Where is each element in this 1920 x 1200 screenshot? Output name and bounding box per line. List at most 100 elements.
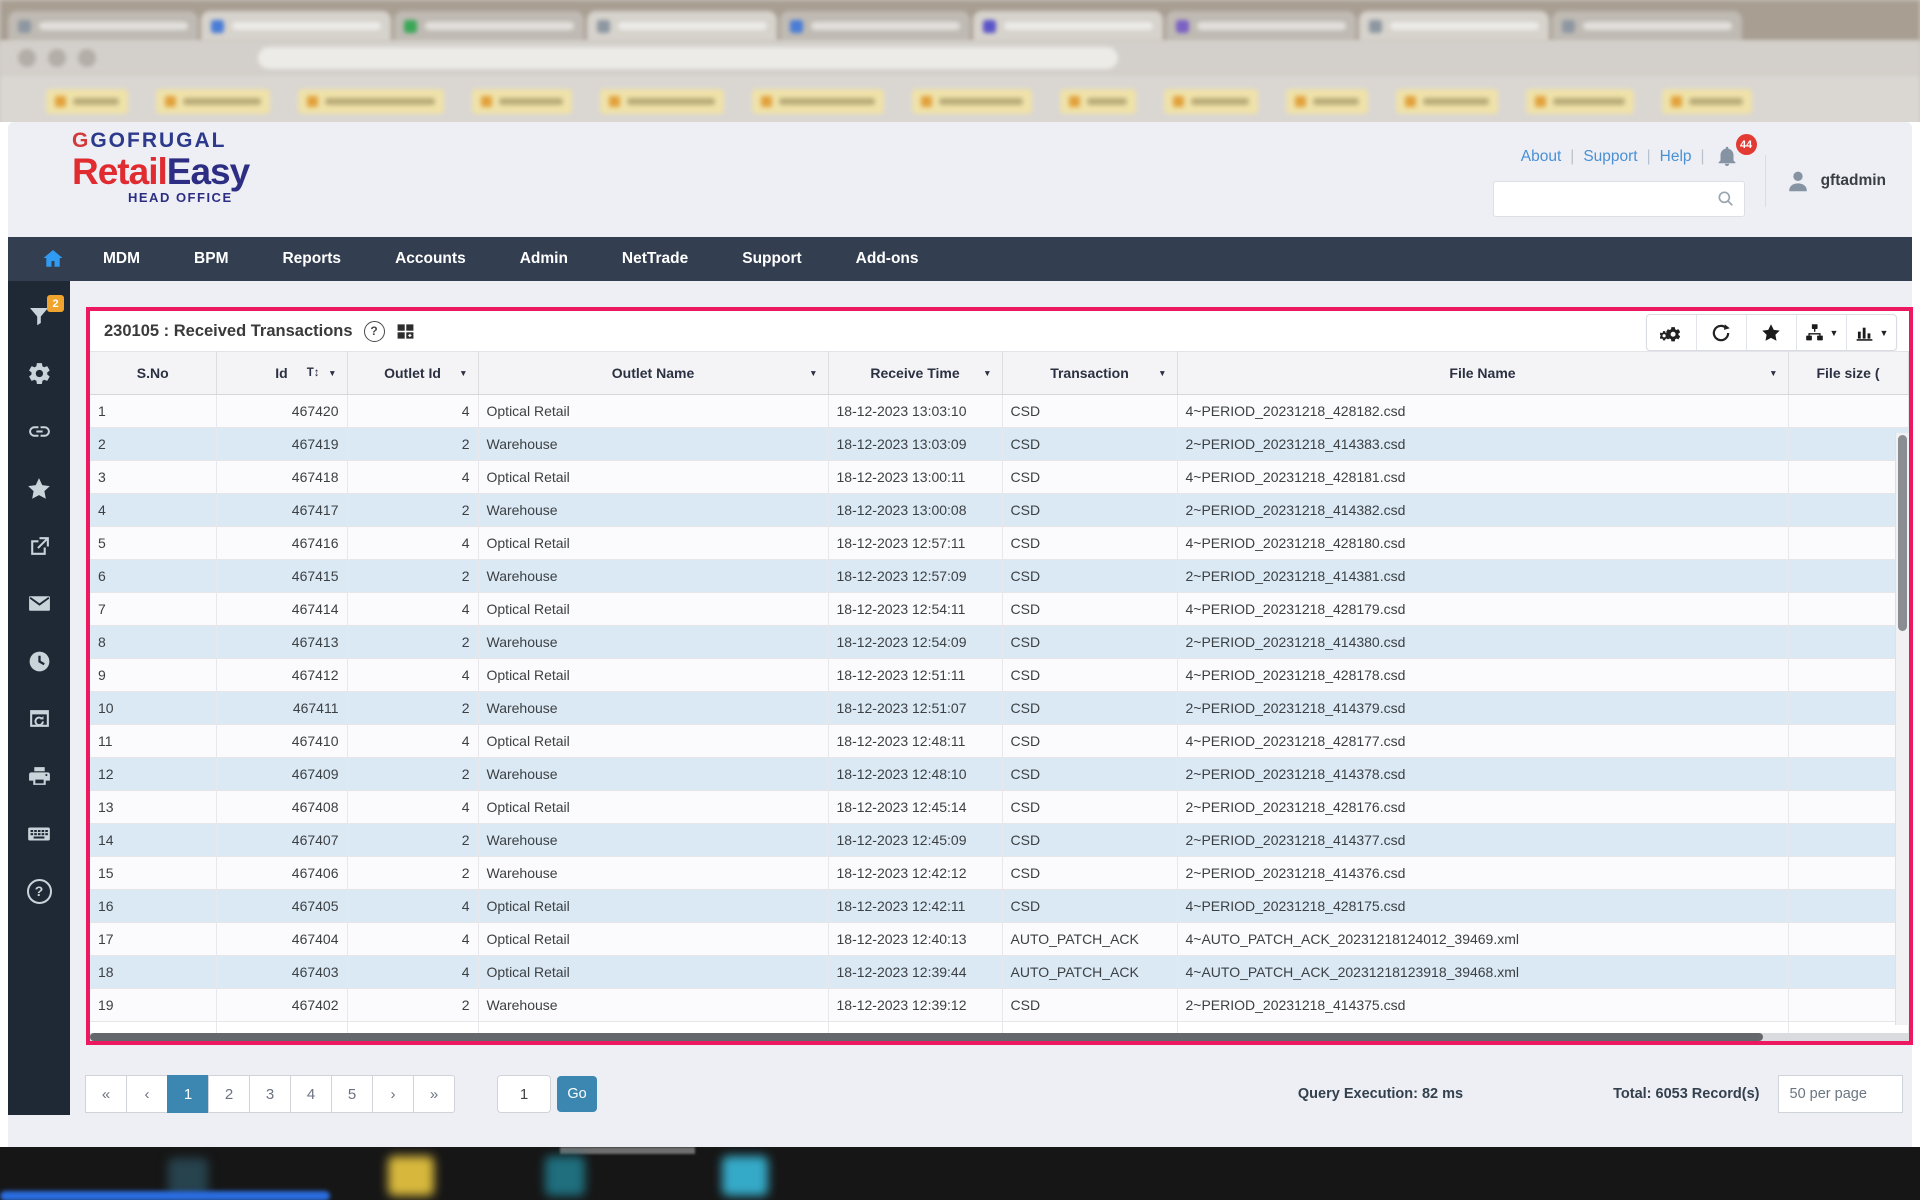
column-dropdown-icon[interactable]: ▼ (1158, 368, 1166, 378)
mail-icon[interactable] (26, 591, 52, 617)
browser-reload-button[interactable] (78, 49, 96, 67)
column-header-outlet-id[interactable]: Outlet Id ▼ (347, 351, 479, 395)
nav-item[interactable]: Accounts (368, 237, 493, 281)
column-dropdown-icon[interactable]: ▼ (809, 368, 817, 378)
link-icon[interactable] (26, 418, 52, 444)
table-row[interactable]: 14 467407 2 Warehouse 18-12-2023 12:45:0… (90, 823, 1909, 857)
help-link[interactable]: Help (1651, 148, 1701, 166)
page-button[interactable]: › (372, 1075, 414, 1113)
page-button[interactable]: 1 (167, 1075, 209, 1113)
bookmark-item[interactable] (1060, 88, 1136, 114)
horizontal-scrollbar-thumb[interactable] (90, 1033, 1764, 1041)
filter-icon[interactable]: 2 (26, 295, 64, 329)
bookmark-item[interactable] (156, 88, 270, 114)
browser-tab[interactable] (8, 11, 198, 41)
table-row[interactable]: 2 467419 2 Warehouse 18-12-2023 13:03:09… (90, 427, 1909, 461)
table-row[interactable]: 13 467408 4 Optical Retail 18-12-2023 12… (90, 790, 1909, 824)
taskbar-app-icon[interactable] (388, 1156, 434, 1196)
table-row[interactable]: 17 467404 4 Optical Retail 18-12-2023 12… (90, 922, 1909, 956)
column-header-receive-time[interactable]: Receive Time ▼ (828, 351, 1003, 395)
bookmark-item[interactable] (752, 88, 884, 114)
chart-view-button[interactable]: ▼ (1845, 315, 1896, 350)
search-input[interactable] (1493, 191, 1716, 207)
page-button[interactable]: ‹ (126, 1075, 168, 1113)
vertical-scrollbar-thumb[interactable] (1897, 435, 1907, 631)
settings-gear-icon[interactable] (26, 361, 52, 387)
bookmark-item[interactable] (298, 88, 444, 114)
column-dropdown-icon[interactable]: ▼ (1769, 368, 1777, 378)
page-button[interactable]: 5 (331, 1075, 373, 1113)
column-dropdown-icon[interactable]: ▼ (983, 368, 991, 378)
browser-tab[interactable] (1166, 11, 1356, 41)
column-dropdown-icon[interactable]: ▼ (328, 368, 336, 378)
taskbar-app-icon[interactable] (545, 1156, 585, 1196)
page-button[interactable]: « (85, 1075, 127, 1113)
browser-back-button[interactable] (18, 49, 36, 67)
print-icon[interactable] (26, 763, 52, 789)
window-refresh-icon[interactable] (26, 706, 52, 732)
search-icon[interactable] (1716, 189, 1736, 209)
page-number-input[interactable] (497, 1075, 551, 1113)
horizontal-scrollbar[interactable] (90, 1033, 1909, 1041)
browser-tab[interactable] (780, 11, 970, 41)
about-link[interactable]: About (1512, 148, 1571, 166)
page-button[interactable]: » (413, 1075, 455, 1113)
user-menu[interactable]: gftadmin (1764, 154, 1886, 207)
page-button[interactable]: 4 (290, 1075, 332, 1113)
nav-item[interactable]: Reports (255, 237, 368, 281)
history-clock-icon[interactable] (26, 648, 52, 674)
table-row[interactable]: 8 467413 2 Warehouse 18-12-2023 12:54:09… (90, 625, 1909, 659)
nav-item[interactable]: BPM (167, 237, 255, 281)
bookmark-item[interactable] (1164, 88, 1258, 114)
nav-item[interactable]: NetTrade (595, 237, 715, 281)
bookmark-item[interactable] (600, 88, 724, 114)
table-row[interactable]: 11 467410 4 Optical Retail 18-12-2023 12… (90, 724, 1909, 758)
support-link[interactable]: Support (1574, 148, 1646, 166)
table-row[interactable]: 9 467412 4 Optical Retail 18-12-2023 12:… (90, 658, 1909, 692)
table-row[interactable]: 5 467416 4 Optical Retail 18-12-2023 12:… (90, 526, 1909, 560)
bookmark-item[interactable] (1286, 88, 1368, 114)
column-header-transaction[interactable]: Transaction ▼ (1002, 351, 1178, 395)
bookmark-item[interactable] (1662, 88, 1752, 114)
browser-tab[interactable] (201, 11, 391, 41)
hierarchy-view-button[interactable]: ▼ (1795, 315, 1846, 350)
browser-tab[interactable] (973, 11, 1163, 41)
per-page-select[interactable]: 50 per page (1777, 1075, 1903, 1113)
browser-forward-button[interactable] (48, 49, 66, 67)
browser-tab[interactable] (394, 11, 584, 41)
table-row[interactable]: 19 467402 2 Warehouse 18-12-2023 12:39:1… (90, 988, 1909, 1022)
sort-text-icon[interactable]: T↕ (307, 367, 320, 379)
taskbar-app-icon[interactable] (722, 1156, 768, 1196)
grid-layout-icon[interactable] (396, 322, 415, 341)
column-header-file-name[interactable]: File Name ▼ (1177, 351, 1789, 395)
table-row[interactable]: 12 467409 2 Warehouse 18-12-2023 12:48:1… (90, 757, 1909, 791)
column-header-outlet-name[interactable]: Outlet Name ▼ (478, 351, 829, 395)
browser-tab[interactable] (1552, 11, 1742, 41)
nav-item[interactable]: MDM (76, 237, 167, 281)
url-field[interactable] (258, 47, 1118, 69)
bookmark-item[interactable] (912, 88, 1032, 114)
grid-settings-button[interactable] (1647, 315, 1696, 350)
title-help-icon[interactable]: ? (363, 320, 385, 342)
table-row[interactable]: 7 467414 4 Optical Retail 18-12-2023 12:… (90, 592, 1909, 626)
nav-item[interactable]: Support (715, 237, 828, 281)
page-button[interactable]: 3 (249, 1075, 291, 1113)
nav-item[interactable]: Admin (493, 237, 595, 281)
keyboard-icon[interactable] (26, 821, 52, 847)
favorite-star-button[interactable] (1745, 315, 1796, 350)
vertical-scrollbar[interactable] (1894, 433, 1909, 1025)
browser-tab[interactable] (587, 11, 777, 41)
bookmark-item[interactable] (1526, 88, 1634, 114)
table-row[interactable]: 6 467415 2 Warehouse 18-12-2023 12:57:09… (90, 559, 1909, 593)
bookmark-item[interactable] (472, 88, 572, 114)
nav-home-button[interactable] (30, 247, 76, 271)
page-button[interactable]: 2 (208, 1075, 250, 1113)
table-row[interactable]: 15 467406 2 Warehouse 18-12-2023 12:42:1… (90, 856, 1909, 890)
bookmark-item[interactable] (46, 88, 128, 114)
table-row[interactable]: 10 467411 2 Warehouse 18-12-2023 12:51:0… (90, 691, 1909, 725)
table-row[interactable]: 3 467418 4 Optical Retail 18-12-2023 13:… (90, 460, 1909, 494)
column-dropdown-icon[interactable]: ▼ (459, 368, 467, 378)
table-row[interactable]: 18 467403 4 Optical Retail 18-12-2023 12… (90, 955, 1909, 989)
column-header-id[interactable]: Id T↕ ▼ (216, 351, 348, 395)
help-icon[interactable]: ? (26, 878, 52, 904)
